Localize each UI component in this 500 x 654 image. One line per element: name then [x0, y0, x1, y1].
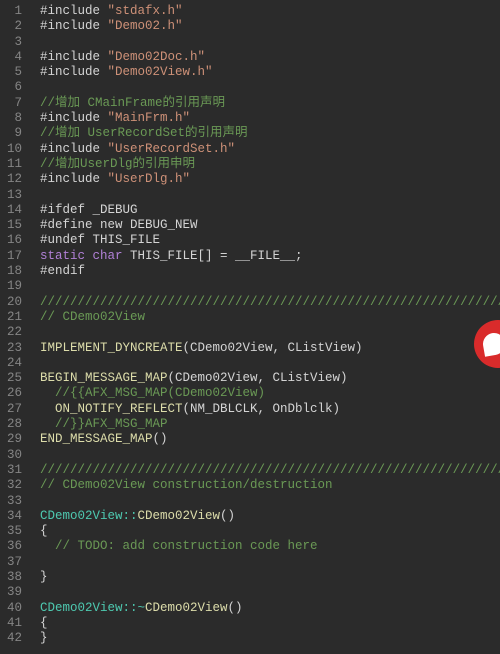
code-line[interactable]: //增加UserDlg的引用申明 — [40, 157, 500, 172]
code-line[interactable]: #include "Demo02.h" — [40, 19, 500, 34]
line-number: 8 — [4, 111, 22, 126]
line-number: 37 — [4, 555, 22, 570]
code-line[interactable]: { — [40, 616, 500, 631]
code-line[interactable]: BEGIN_MESSAGE_MAP(CDemo02View, CListView… — [40, 371, 500, 386]
code-line[interactable] — [40, 80, 500, 95]
code-line[interactable]: #endif — [40, 264, 500, 279]
code-line[interactable] — [40, 279, 500, 294]
line-number: 12 — [4, 172, 22, 187]
code-line[interactable]: static char THIS_FILE[] = __FILE__; — [40, 249, 500, 264]
code-line[interactable]: CDemo02View::~CDemo02View() — [40, 601, 500, 616]
code-line[interactable]: #include "Demo02Doc.h" — [40, 50, 500, 65]
code-line[interactable]: //增加 CMainFrame的引用声明 — [40, 96, 500, 111]
code-line[interactable] — [40, 555, 500, 570]
code-editor[interactable]: 1234567891011121314151617181920212223242… — [0, 0, 500, 654]
line-number: 40 — [4, 601, 22, 616]
code-line[interactable]: CDemo02View::CDemo02View() — [40, 509, 500, 524]
code-line[interactable]: ////////////////////////////////////////… — [40, 295, 500, 310]
line-number: 38 — [4, 570, 22, 585]
line-number: 29 — [4, 432, 22, 447]
line-number: 33 — [4, 494, 22, 509]
line-number: 30 — [4, 448, 22, 463]
line-number: 17 — [4, 249, 22, 264]
line-number: 7 — [4, 96, 22, 111]
watermark-icon — [481, 331, 500, 356]
line-number: 4 — [4, 50, 22, 65]
code-line[interactable]: #define new DEBUG_NEW — [40, 218, 500, 233]
line-number: 10 — [4, 142, 22, 157]
code-line[interactable]: //{{AFX_MSG_MAP(CDemo02View) — [40, 386, 500, 401]
line-number: 1 — [4, 4, 22, 19]
code-line[interactable]: #include "UserDlg.h" — [40, 172, 500, 187]
code-line[interactable]: #include "MainFrm.h" — [40, 111, 500, 126]
code-line[interactable]: #include "Demo02View.h" — [40, 65, 500, 80]
code-line[interactable]: IMPLEMENT_DYNCREATE(CDemo02View, CListVi… — [40, 341, 500, 356]
code-line[interactable]: { — [40, 524, 500, 539]
line-number: 26 — [4, 386, 22, 401]
code-area[interactable]: #include "stdafx.h"#include "Demo02.h" #… — [30, 0, 500, 654]
line-number: 13 — [4, 188, 22, 203]
line-number: 25 — [4, 371, 22, 386]
line-number: 36 — [4, 539, 22, 554]
code-line[interactable] — [40, 325, 500, 340]
line-number-gutter: 1234567891011121314151617181920212223242… — [0, 0, 30, 654]
line-number: 2 — [4, 19, 22, 34]
line-number: 24 — [4, 356, 22, 371]
line-number: 6 — [4, 80, 22, 95]
line-number: 14 — [4, 203, 22, 218]
code-line[interactable]: #include "stdafx.h" — [40, 4, 500, 19]
code-line[interactable]: ////////////////////////////////////////… — [40, 463, 500, 478]
code-line[interactable]: // CDemo02View construction/destruction — [40, 478, 500, 493]
line-number: 41 — [4, 616, 22, 631]
line-number: 18 — [4, 264, 22, 279]
code-line[interactable] — [40, 356, 500, 371]
line-number: 39 — [4, 585, 22, 600]
code-line[interactable]: #include "UserRecordSet.h" — [40, 142, 500, 157]
line-number: 28 — [4, 417, 22, 432]
line-number: 32 — [4, 478, 22, 493]
line-number: 23 — [4, 341, 22, 356]
code-line[interactable]: END_MESSAGE_MAP() — [40, 432, 500, 447]
code-line[interactable]: ON_NOTIFY_REFLECT(NM_DBLCLK, OnDblclk) — [40, 402, 500, 417]
code-line[interactable]: //增加 UserRecordSet的引用声明 — [40, 126, 500, 141]
code-line[interactable] — [40, 494, 500, 509]
line-number: 34 — [4, 509, 22, 524]
code-line[interactable]: //}}AFX_MSG_MAP — [40, 417, 500, 432]
line-number: 15 — [4, 218, 22, 233]
line-number: 21 — [4, 310, 22, 325]
line-number: 31 — [4, 463, 22, 478]
line-number: 22 — [4, 325, 22, 340]
line-number: 3 — [4, 35, 22, 50]
code-line[interactable]: #ifdef _DEBUG — [40, 203, 500, 218]
code-line[interactable]: // CDemo02View — [40, 310, 500, 325]
code-line[interactable]: } — [40, 570, 500, 585]
line-number: 16 — [4, 233, 22, 248]
line-number: 11 — [4, 157, 22, 172]
line-number: 20 — [4, 295, 22, 310]
line-number: 19 — [4, 279, 22, 294]
code-line[interactable] — [40, 585, 500, 600]
code-line[interactable]: // TODO: add construction code here — [40, 539, 500, 554]
code-line[interactable]: } — [40, 631, 500, 646]
line-number: 9 — [4, 126, 22, 141]
code-line[interactable] — [40, 35, 500, 50]
line-number: 35 — [4, 524, 22, 539]
line-number: 27 — [4, 402, 22, 417]
code-line[interactable] — [40, 448, 500, 463]
code-line[interactable] — [40, 188, 500, 203]
line-number: 5 — [4, 65, 22, 80]
line-number: 42 — [4, 631, 22, 646]
code-line[interactable]: #undef THIS_FILE — [40, 233, 500, 248]
